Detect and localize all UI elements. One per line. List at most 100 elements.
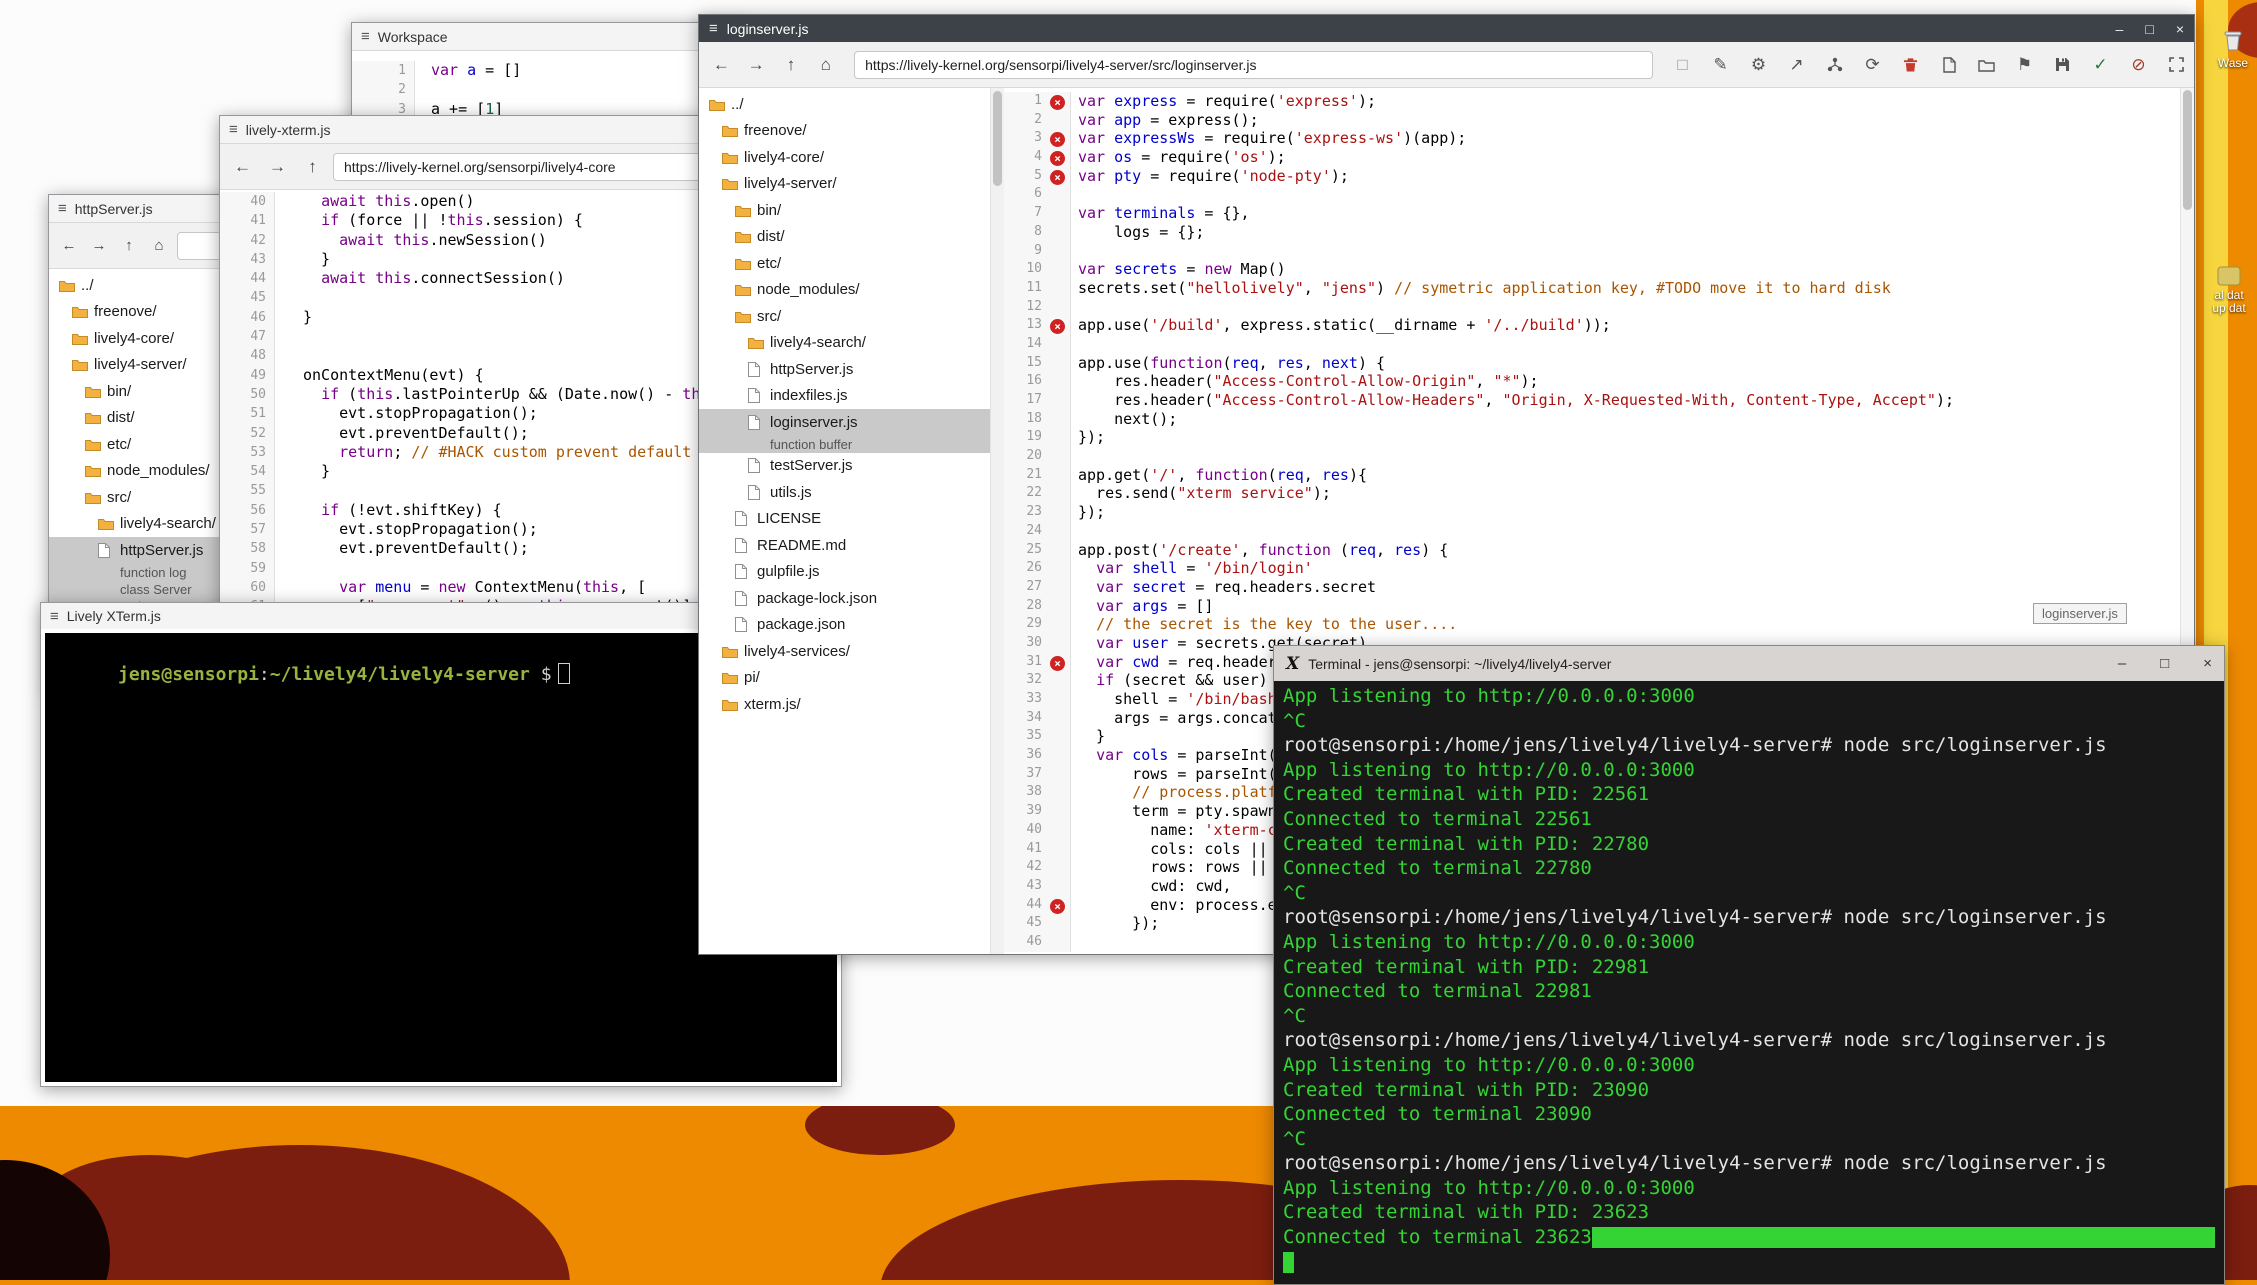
code-line-47[interactable]: 47 <box>220 327 738 346</box>
code-editor[interactable]: 1var a = []23a += [1] <box>352 51 750 119</box>
tree-item-utils-js[interactable]: utils.js <box>699 479 1004 506</box>
flag-icon[interactable]: ⚑ <box>2015 55 2034 75</box>
code-line-23[interactable]: 23}); <box>1004 503 2194 522</box>
code-line-18[interactable]: 18 next(); <box>1004 410 2194 429</box>
tree-item-lively4-search[interactable]: lively4-search/ <box>699 330 1004 357</box>
terminal-screen[interactable]: App listening to http://0.0.0.0:3000^Cro… <box>1274 681 2224 1284</box>
tree-item-package-json[interactable]: package.json <box>699 612 1004 639</box>
tree-item-package-lock-json[interactable]: package-lock.json <box>699 585 1004 612</box>
tree-item-gulpfile-js[interactable]: gulpfile.js <box>699 559 1004 586</box>
code-line-1[interactable]: 1var a = [] <box>352 61 750 80</box>
code-line-59[interactable]: 59 <box>220 559 738 578</box>
code-line-41[interactable]: 41 if (force || !this.session) { <box>220 211 738 230</box>
up-button[interactable]: ↑ <box>298 152 327 181</box>
gears-icon[interactable]: ⚙ <box>1749 55 1768 75</box>
code-line-50[interactable]: 50 if (this.lastPointerUp && (Date.now()… <box>220 385 738 404</box>
menu-icon[interactable]: ≡ <box>709 20 718 37</box>
close-button[interactable]: × <box>2203 655 2212 672</box>
code-line-11[interactable]: 11secrets.set("hellolively", "jens") // … <box>1004 279 2194 298</box>
sidebar-scrollbar[interactable] <box>990 88 1004 955</box>
code-line-26[interactable]: 26 var shell = '/bin/login' <box>1004 559 2194 578</box>
code-line-29[interactable]: 29 // the secret is the key to the user.… <box>1004 615 2194 634</box>
graph-icon[interactable] <box>1825 55 1844 75</box>
code-line-46[interactable]: 46} <box>220 308 738 327</box>
home-button[interactable]: ⌂ <box>147 234 171 258</box>
code-line-55[interactable]: 55 <box>220 481 738 500</box>
code-line-57[interactable]: 57 evt.stopPropagation(); <box>220 520 738 539</box>
code-line-49[interactable]: 49onContextMenu(evt) { <box>220 366 738 385</box>
code-line-42[interactable]: 42 await this.newSession() <box>220 231 738 250</box>
close-button[interactable]: × <box>2176 21 2184 37</box>
code-line-60[interactable]: 60 var menu = new ContextMenu(this, [ <box>220 578 738 597</box>
error-marker-icon[interactable]: × <box>1050 319 1065 334</box>
code-line-54[interactable]: 54 } <box>220 462 738 481</box>
tree-item-src[interactable]: src/ <box>699 303 1004 330</box>
maximize-button[interactable]: □ <box>2145 21 2153 37</box>
menu-icon[interactable]: ≡ <box>58 200 67 217</box>
up-button[interactable]: ↑ <box>777 50 806 79</box>
tree-item-[interactable]: ../ <box>699 91 1004 118</box>
tree-item-dist[interactable]: dist/ <box>699 224 1004 251</box>
code-line-20[interactable]: 20 <box>1004 447 2194 466</box>
workspace-titlebar[interactable]: ≡ Workspace <box>352 23 750 51</box>
back-button[interactable]: ← <box>57 234 81 258</box>
code-line-5[interactable]: 5×var pty = require('node-pty'); <box>1004 167 2194 186</box>
code-line-45[interactable]: 45 <box>220 288 738 307</box>
tree-item-lively4-server[interactable]: lively4-server/ <box>699 171 1004 198</box>
tree-item-license[interactable]: LICENSE <box>699 506 1004 533</box>
xterm-editor-titlebar[interactable]: ≡ lively-xterm.js <box>220 116 738 144</box>
code-line-21[interactable]: 21app.get('/', function(req, res){ <box>1004 466 2194 485</box>
error-marker-icon[interactable]: × <box>1050 95 1065 110</box>
menu-icon[interactable]: ≡ <box>361 28 370 45</box>
code-line-51[interactable]: 51 evt.stopPropagation(); <box>220 404 738 423</box>
tree-item-loginserver-js[interactable]: loginserver.jsfunction buffer <box>699 409 1004 453</box>
code-line-56[interactable]: 56 if (!evt.shiftKey) { <box>220 501 738 520</box>
tree-item-lively4-services[interactable]: lively4-services/ <box>699 638 1004 665</box>
code-line-52[interactable]: 52 evt.preventDefault(); <box>220 424 738 443</box>
error-marker-icon[interactable]: × <box>1050 151 1065 166</box>
menu-icon[interactable]: ≡ <box>229 121 238 138</box>
accept-icon[interactable]: ✓ <box>2091 55 2110 75</box>
code-line-1[interactable]: 1×var express = require('express'); <box>1004 92 2194 111</box>
code-line-7[interactable]: 7var terminals = {}, <box>1004 204 2194 223</box>
open-external-icon[interactable]: ↗ <box>1787 55 1806 75</box>
code-line-16[interactable]: 16 res.header("Access-Control-Allow-Orig… <box>1004 372 2194 391</box>
url-input[interactable] <box>333 153 730 181</box>
minimize-button[interactable]: – <box>2116 21 2124 37</box>
forward-button[interactable]: → <box>742 50 771 79</box>
terminal-titlebar[interactable]: X Terminal - jens@sensorpi: ~/lively4/li… <box>1274 646 2224 682</box>
forward-button[interactable]: → <box>263 152 292 181</box>
code-line-40[interactable]: 40 await this.open() <box>220 192 738 211</box>
tree-item-node-modules[interactable]: node_modules/ <box>699 277 1004 304</box>
code-line-28[interactable]: 28 var args = [] <box>1004 597 2194 616</box>
menu-icon[interactable]: ≡ <box>50 608 59 625</box>
code-line-13[interactable]: 13×app.use('/build', express.static(__di… <box>1004 316 2194 335</box>
desktop-icon-update[interactable]: al dat up dat <box>2205 266 2253 315</box>
desktop-icon-wastebasket[interactable]: Wase <box>2209 28 2257 70</box>
select-box-icon[interactable]: □ <box>1673 55 1692 75</box>
tree-item-readme-md[interactable]: README.md <box>699 532 1004 559</box>
code-line-4[interactable]: 4×var os = require('os'); <box>1004 148 2194 167</box>
tree-sub-label[interactable]: function buffer <box>699 436 1004 453</box>
code-line-9[interactable]: 9 <box>1004 242 2194 261</box>
tree-item-indexfiles-js[interactable]: indexfiles.js <box>699 383 1004 410</box>
code-line-22[interactable]: 22 res.send("xterm service"); <box>1004 484 2194 503</box>
code-line-3[interactable]: 3×var expressWs = require('express-ws')(… <box>1004 129 2194 148</box>
sync-icon[interactable]: ⟳ <box>1863 55 1882 75</box>
trash-icon[interactable] <box>1901 55 1920 75</box>
tree-item-xterm-js[interactable]: xterm.js/ <box>699 691 1004 718</box>
code-line-8[interactable]: 8 logs = {}; <box>1004 223 2194 242</box>
tree-item-pi[interactable]: pi/ <box>699 665 1004 692</box>
tree-item-lively4-core[interactable]: lively4-core/ <box>699 144 1004 171</box>
code-line-17[interactable]: 17 res.header("Access-Control-Allow-Head… <box>1004 391 2194 410</box>
code-line-10[interactable]: 10var secrets = new Map() <box>1004 260 2194 279</box>
code-line-14[interactable]: 14 <box>1004 335 2194 354</box>
code-editor[interactable]: 40 await this.open()41 if (force || !thi… <box>220 190 738 615</box>
loginserver-titlebar[interactable]: ≡ loginserver.js – □ × <box>699 15 2194 42</box>
code-line-48[interactable]: 48 <box>220 346 738 365</box>
forward-button[interactable]: → <box>87 234 111 258</box>
tree-item-testserver-js[interactable]: testServer.js <box>699 453 1004 480</box>
error-marker-icon[interactable]: × <box>1050 170 1065 185</box>
tree-item-httpserver-js[interactable]: httpServer.js <box>699 356 1004 383</box>
up-button[interactable]: ↑ <box>117 234 141 258</box>
